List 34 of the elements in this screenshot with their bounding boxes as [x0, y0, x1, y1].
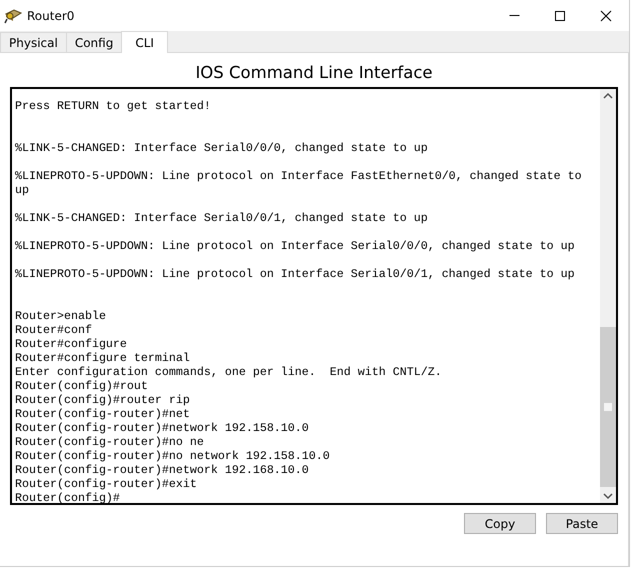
panel-heading: IOS Command Line Interface [194, 62, 434, 84]
terminal-line: Enter configuration commands, one per line. End with CNTL/Z. [15, 365, 442, 379]
terminal-line: %LINK-5-CHANGED: Interface Serial0/0/1, changed state to up [15, 211, 428, 225]
scrollbar[interactable] [600, 89, 616, 503]
terminal-line: Press RETURN to get started! [15, 99, 211, 113]
terminal-line: Router(config)#rout [15, 379, 148, 393]
tab[interactable]: Config [66, 32, 122, 52]
window-title: Router0 [27, 8, 74, 22]
terminal-line: Router(config-router)#no ne [15, 435, 204, 449]
terminal-line: %LINK-5-CHANGED: Interface Serial0/0/0, changed state to up [15, 141, 428, 155]
terminal-line: %LINEPROTO-5-UPDOWN: Line protocol on Interface Serial0/0/1, changed state to up [15, 267, 575, 281]
close-icon [600, 10, 612, 22]
scrollbar-thumb[interactable] [600, 327, 616, 487]
minimize-icon [508, 15, 520, 16]
terminal-line: %LINEPROTO-5-UPDOWN: Line protocol on Interface FastEthernet0/0, changed state to up [15, 169, 583, 197]
terminal-line: Router#conf [15, 323, 92, 337]
terminal-line: Router(config-router)#no network 192.158.10.0 [15, 449, 330, 463]
terminal-line: Router>enable [15, 309, 106, 323]
grip-icon [604, 403, 612, 411]
maximize-icon [554, 10, 566, 22]
terminal-line: Router#configure [15, 337, 127, 351]
terminal-line: %LINEPROTO-5-UPDOWN: Line protocol on Interface Serial0/0/0, changed state to up [15, 239, 575, 253]
tab[interactable]: Physical [0, 32, 67, 52]
router-icon [4, 8, 22, 24]
action-button[interactable]: Paste [546, 513, 618, 534]
terminal-line: Router(config-router)#net [15, 407, 190, 421]
tab[interactable]: CLI [121, 31, 168, 53]
terminal-line: Router(config-router)#network 192.158.10.0 [15, 421, 309, 435]
terminal-line: Router(config-router)#network 192.168.10.0 [15, 463, 309, 477]
terminal-line: Router#configure terminal [15, 351, 190, 365]
terminal-line: Router(config)#router rip [15, 393, 190, 407]
terminal-line: Router(config-router)#exit [15, 477, 197, 491]
terminal-pane[interactable] [10, 87, 618, 505]
action-button[interactable]: Copy [464, 513, 536, 534]
